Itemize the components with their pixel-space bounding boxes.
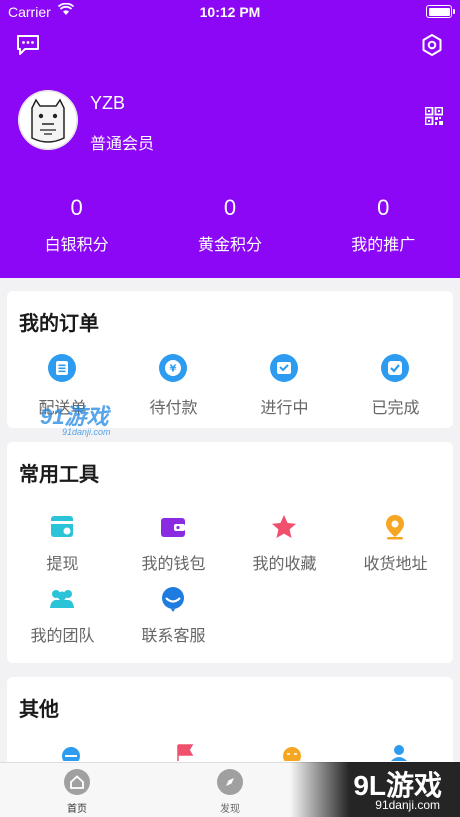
stat-label: 白银积分: [44, 237, 109, 254]
avatar[interactable]: [18, 90, 78, 150]
orders-title: 我的订单: [19, 313, 99, 335]
tab-label: 发现: [220, 804, 240, 815]
battery-icon: [426, 5, 455, 18]
user-icon[interactable]: [389, 743, 409, 761]
brand-watermark: 9L游戏 91danji.com: [290, 762, 460, 817]
profile-header: Carrier 10:12 PM YZB 普通会员 0 白银积分 0 黄金积分 …: [0, 0, 460, 278]
tools-title: 常用工具: [19, 464, 99, 486]
tool-label: 收货地址: [363, 556, 428, 573]
emoji-icon[interactable]: [281, 745, 303, 761]
stat-label: 黄金积分: [197, 237, 262, 254]
compass-icon: [217, 769, 243, 795]
tool-favorites[interactable]: 我的收藏: [229, 512, 340, 573]
svg-text:¥: ¥: [170, 364, 177, 375]
status-bar: Carrier 10:12 PM: [0, 0, 460, 24]
service-icon: [162, 587, 184, 612]
tool-label: 我的收藏: [252, 556, 317, 573]
tool-service[interactable]: 联系客服: [118, 584, 229, 645]
progress-icon: [270, 354, 298, 382]
stat-promotion[interactable]: 0 我的推广: [307, 195, 460, 255]
location-icon: [386, 515, 404, 540]
tool-label: 联系客服: [141, 628, 206, 645]
order-label: 进行中: [260, 400, 309, 417]
tab-label: 首页: [67, 804, 87, 815]
member-level: 普通会员: [90, 136, 155, 153]
tool-label: 提现: [46, 556, 79, 573]
team-icon: [50, 590, 74, 608]
watermark-url: 91danji.com: [62, 427, 111, 437]
help-icon[interactable]: [60, 745, 82, 761]
order-unpaid[interactable]: ¥ 待付款: [118, 353, 229, 417]
stat-value: 0: [223, 195, 237, 220]
settings-icon[interactable]: [422, 34, 442, 56]
tools-card: 常用工具 提现 我的钱包 我的收藏 收货地址 我的团队 联系客服: [7, 442, 453, 663]
tool-team[interactable]: 我的团队: [7, 584, 118, 645]
doc-icon: [48, 354, 76, 382]
tool-label: 我的钱包: [141, 556, 206, 573]
order-in-progress[interactable]: 进行中: [229, 353, 340, 417]
status-time: 10:12 PM: [199, 4, 261, 20]
withdraw-icon: [51, 516, 73, 537]
flag-icon[interactable]: [175, 743, 195, 761]
stat-value: 0: [377, 195, 390, 220]
tab-home[interactable]: 首页: [42, 769, 112, 815]
order-label: 已完成: [371, 400, 420, 417]
star-icon: [272, 515, 296, 538]
qr-code-icon[interactable]: [425, 107, 443, 125]
home-icon: [64, 769, 90, 795]
tool-withdraw[interactable]: 提现: [7, 512, 118, 573]
tab-discover[interactable]: 发现: [195, 769, 265, 815]
tool-wallet[interactable]: 我的钱包: [118, 512, 229, 573]
tool-label: 我的团队: [30, 628, 95, 645]
points-stats: 0 白银积分 0 黄金积分 0 我的推广: [0, 195, 460, 255]
username: YZB: [90, 93, 126, 113]
stat-value: 0: [70, 195, 83, 220]
brand-url: 91danji.com: [375, 798, 440, 812]
watermark-logo: 91游戏 91danji.com: [40, 399, 111, 437]
order-label: 待付款: [149, 400, 198, 417]
message-icon[interactable]: [16, 34, 40, 56]
watermark-text: 91游戏: [40, 404, 109, 429]
check-icon: [381, 354, 409, 382]
order-completed[interactable]: 已完成: [340, 353, 451, 417]
stat-gold[interactable]: 0 黄金积分: [153, 195, 306, 255]
stat-label: 我的推广: [351, 237, 416, 254]
others-title: 其他: [19, 699, 59, 721]
stat-silver[interactable]: 0 白银积分: [0, 195, 153, 255]
tool-address[interactable]: 收货地址: [340, 512, 451, 573]
yen-icon: ¥: [159, 354, 187, 382]
wallet-icon: [161, 518, 185, 537]
